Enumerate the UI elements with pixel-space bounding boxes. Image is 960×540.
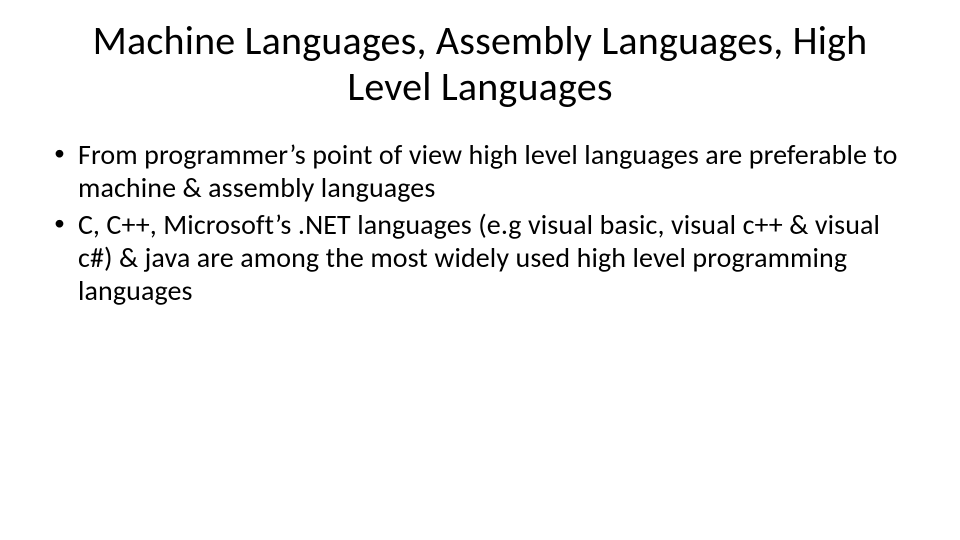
bullet-list: From programmer’s point of view high lev… (40, 138, 920, 307)
list-item: C, C++, Microsoft’s .NET languages (e.g … (50, 208, 920, 307)
list-item: From programmer’s point of view high lev… (50, 138, 920, 204)
slide-title: Machine Languages, Assembly Languages, H… (70, 18, 890, 110)
slide: Machine Languages, Assembly Languages, H… (0, 0, 960, 540)
